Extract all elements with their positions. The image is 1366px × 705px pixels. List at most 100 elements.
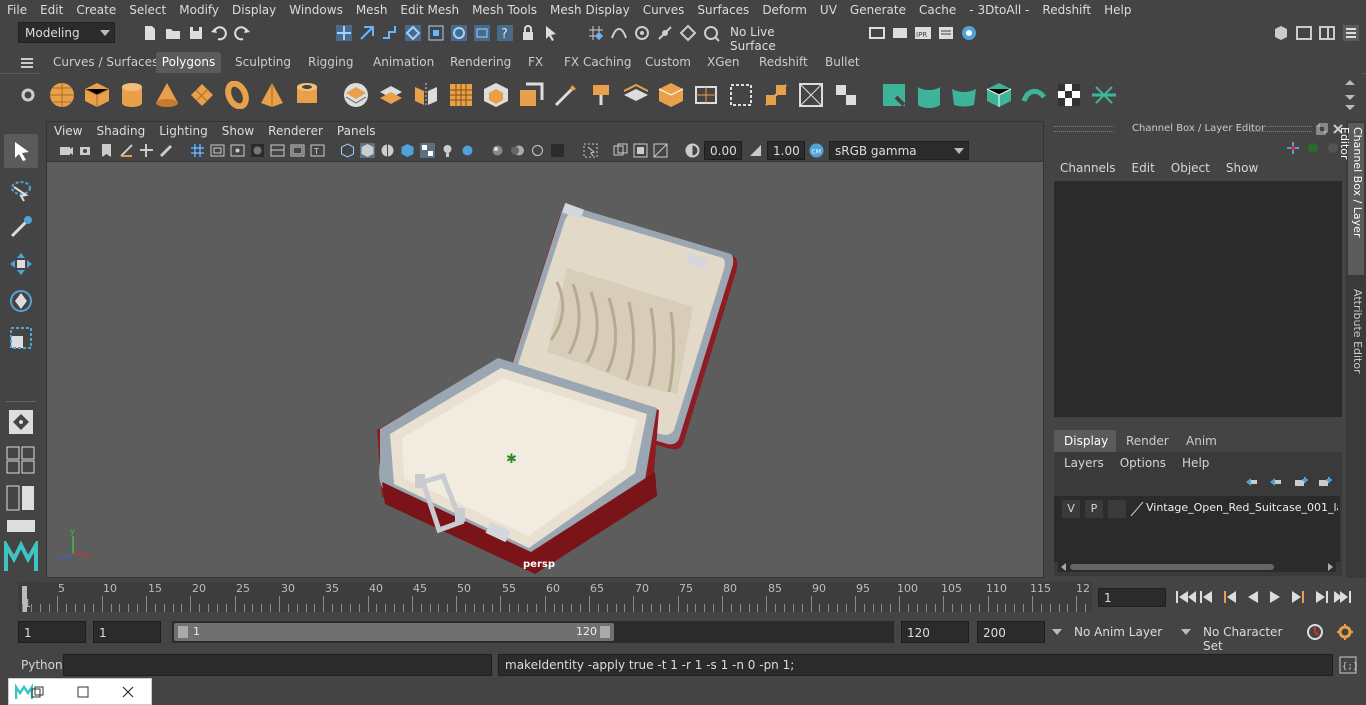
menu-mesh-display[interactable]: Mesh Display xyxy=(543,3,636,17)
snap-to-curves-icon[interactable] xyxy=(610,24,628,42)
shelf-tab-fx-caching[interactable]: FX Caching xyxy=(564,52,631,73)
multisample-aa-icon[interactable] xyxy=(530,143,545,158)
time-slider[interactable]: 1 5 10 15 20 25 30 35 40 45 50 55 60 65 … xyxy=(0,582,1366,612)
select-object-icon[interactable] xyxy=(358,24,376,42)
vp-menu-lighting[interactable]: Lighting xyxy=(152,122,215,140)
xray-icon[interactable] xyxy=(613,143,628,158)
bookmark-icon[interactable] xyxy=(99,143,114,158)
restore-window-icon[interactable] xyxy=(31,686,45,698)
move-layer-down-icon[interactable] xyxy=(1268,476,1282,488)
vp-menu-shading[interactable]: Shading xyxy=(89,122,152,140)
grid-toggle-icon[interactable] xyxy=(190,143,205,158)
color-management-icon[interactable]: CM xyxy=(809,143,824,158)
ambient-occlusion-icon[interactable] xyxy=(490,143,505,158)
vp-menu-view[interactable]: View xyxy=(47,122,89,140)
mode-dropdown[interactable]: Modeling xyxy=(18,22,115,43)
shelf-tab-polygons[interactable]: Polygons xyxy=(156,52,221,73)
insert-edge-loop-icon[interactable] xyxy=(727,81,755,109)
snap-point-icon[interactable] xyxy=(404,24,422,42)
anim-layer-dropdown[interactable]: No Anim Layer xyxy=(1048,621,1168,643)
layer-playback-toggle[interactable]: P xyxy=(1085,500,1103,518)
step-back-frame-icon[interactable] xyxy=(1224,591,1236,603)
poly-cube-icon[interactable] xyxy=(83,81,111,109)
menu-modify[interactable]: Modify xyxy=(172,3,225,17)
cb-menu-channels[interactable]: Channels xyxy=(1060,161,1132,175)
new-layer-selected-icon[interactable] xyxy=(1318,476,1332,488)
range-end-handle[interactable] xyxy=(600,626,610,638)
menu-file[interactable]: File xyxy=(0,3,33,17)
separate-icon[interactable] xyxy=(377,81,405,109)
menu-3dtoall[interactable]: - 3DtoAll - xyxy=(962,3,1035,17)
playback-start-field[interactable]: 1 xyxy=(93,621,161,643)
append-polygon-icon[interactable] xyxy=(832,81,860,109)
range-start-handle[interactable] xyxy=(178,626,188,638)
vp-menu-show[interactable]: Show xyxy=(215,122,261,140)
script-language-label[interactable]: Python xyxy=(21,658,63,672)
textured-icon[interactable] xyxy=(420,143,435,158)
help-query-icon[interactable]: ? xyxy=(496,24,514,42)
select-component-icon[interactable] xyxy=(381,24,399,42)
layout-single-icon[interactable] xyxy=(6,519,36,533)
uv-unfold-icon[interactable] xyxy=(1020,81,1048,109)
grease-pencil-icon[interactable] xyxy=(159,143,174,158)
shelf-menu-icon[interactable] xyxy=(18,54,36,72)
ipr-icon[interactable]: IPR xyxy=(914,24,932,42)
uv-automatic-icon[interactable] xyxy=(985,81,1013,109)
step-back-key-icon[interactable] xyxy=(1200,591,1212,603)
snap-to-view-planes-icon[interactable] xyxy=(679,24,697,42)
menu-help[interactable]: Help xyxy=(1097,3,1137,17)
shelf-scroll-arrows-icon[interactable] xyxy=(1342,77,1358,113)
use-all-lights-icon[interactable] xyxy=(440,143,455,158)
menu-create[interactable]: Create xyxy=(69,3,122,17)
rotate-tool-icon[interactable] xyxy=(8,288,34,314)
quad-draw-icon[interactable] xyxy=(657,81,685,109)
show-manipulator-icon[interactable] xyxy=(8,409,34,435)
range-track[interactable]: 1 120 xyxy=(172,621,894,643)
make-live-icon[interactable] xyxy=(702,24,720,42)
uv-spherical-icon[interactable] xyxy=(950,81,978,109)
tab-channel-box[interactable]: Channel Box / Layer Editor xyxy=(1338,123,1364,275)
menu-display[interactable]: Display xyxy=(225,3,282,17)
uv-planar-icon[interactable] xyxy=(880,81,908,109)
animation-end-field[interactable]: 200 xyxy=(977,621,1045,643)
field-chart-icon[interactable] xyxy=(270,143,285,158)
close-window-icon[interactable] xyxy=(122,686,134,698)
snap-grid-icon[interactable] xyxy=(427,24,445,42)
poly-pyramid-icon[interactable] xyxy=(258,81,286,109)
redo-icon[interactable] xyxy=(233,24,251,42)
poly-pipe-icon[interactable] xyxy=(293,81,321,109)
wireframe-icon[interactable] xyxy=(340,143,355,158)
layer-tab-anim[interactable]: Anim xyxy=(1186,434,1217,448)
open-scene-icon[interactable] xyxy=(164,24,182,42)
new-layer-icon[interactable] xyxy=(1294,476,1308,488)
exposure-icon[interactable] xyxy=(685,143,700,158)
menu-generate[interactable]: Generate xyxy=(843,3,912,17)
layout-toggle-icon[interactable] xyxy=(1295,24,1313,42)
maximize-window-icon[interactable] xyxy=(77,686,89,698)
uv-cylindrical-icon[interactable] xyxy=(915,81,943,109)
perspective-viewport[interactable]: View Shading Lighting Show Renderer Pane… xyxy=(46,121,1044,578)
animation-start-field[interactable]: 1 xyxy=(18,621,86,643)
film-gate-icon[interactable] xyxy=(210,143,225,158)
ipr-render-icon[interactable] xyxy=(891,24,909,42)
auto-key-icon[interactable] xyxy=(1306,623,1324,641)
exposure-field[interactable]: 0.00 xyxy=(704,141,742,160)
menu-deform[interactable]: Deform xyxy=(755,3,813,17)
workspace-icon[interactable] xyxy=(1272,24,1290,42)
lock-icon[interactable] xyxy=(519,24,537,42)
menu-edit-mesh[interactable]: Edit Mesh xyxy=(393,3,465,17)
scale-tool-icon[interactable] xyxy=(8,325,34,351)
layout-quad-icon[interactable] xyxy=(6,446,36,474)
attribute-editor-toggle-icon[interactable] xyxy=(1342,24,1360,42)
step-forward-frame-icon[interactable] xyxy=(1292,591,1304,603)
layer-display-type-toggle[interactable] xyxy=(1108,500,1126,518)
lasso-tool-icon[interactable] xyxy=(8,177,34,203)
resolution-gate-icon[interactable] xyxy=(230,143,245,158)
poly-torus-icon[interactable] xyxy=(223,81,251,109)
uv-checker-icon[interactable] xyxy=(1055,81,1083,109)
gamma-field[interactable]: 1.00 xyxy=(767,141,805,160)
bridge-icon[interactable] xyxy=(797,81,825,109)
menu-redshift[interactable]: Redshift xyxy=(1035,3,1097,17)
channel-list[interactable] xyxy=(1054,181,1342,417)
command-input[interactable] xyxy=(63,654,492,676)
